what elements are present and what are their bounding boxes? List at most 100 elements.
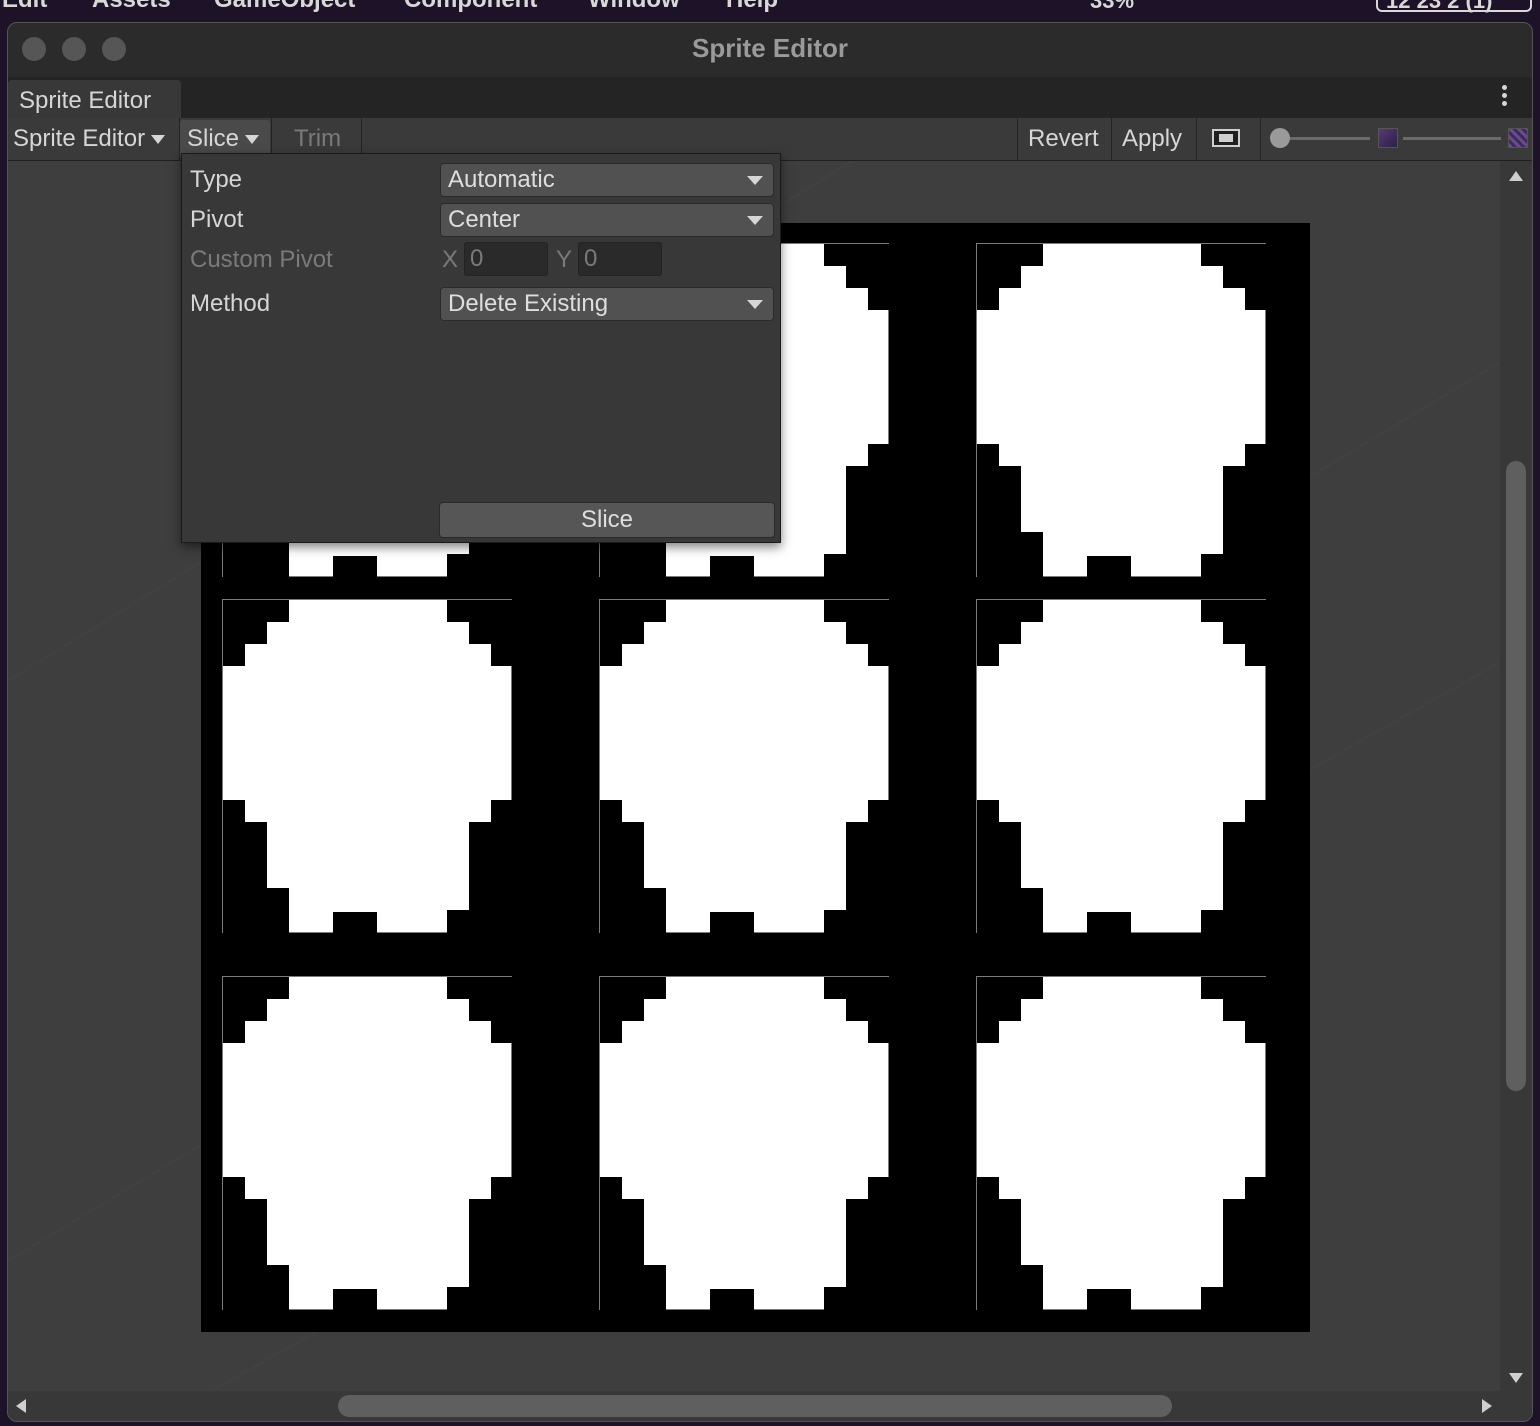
scroll-up-icon[interactable] (1509, 171, 1523, 181)
sprite-cell[interactable] (222, 976, 513, 1311)
sprite-pixel-block (977, 288, 999, 310)
zoom-slider-track (1280, 137, 1370, 140)
sprite-pixel-block (824, 977, 890, 999)
menu-assets[interactable]: Assets (92, 0, 171, 14)
sprite-pixel-block (223, 622, 267, 644)
tab-strip: Sprite Editor (8, 77, 1532, 118)
sprite-pixel-block (223, 977, 289, 999)
menu-window[interactable]: Window (588, 0, 680, 14)
sprite-pixel-block (223, 888, 289, 934)
tray-box (1376, 0, 1532, 12)
sprite-cell[interactable] (976, 599, 1267, 934)
horizontal-scroll-thumb[interactable] (338, 1395, 1172, 1417)
revert-button[interactable]: Revert (1028, 118, 1099, 160)
vertical-scrollbar[interactable] (1500, 161, 1532, 1393)
zoom-slider-handle[interactable] (1270, 128, 1290, 148)
horizontal-scrollbar[interactable] (8, 1391, 1532, 1421)
sprite-pixel-block (977, 1265, 1043, 1311)
sprite-cell[interactable] (976, 976, 1267, 1311)
scroll-right-icon[interactable] (1482, 1399, 1492, 1413)
sprite-pixel-block (447, 554, 513, 578)
sprite-pixel-block (600, 977, 666, 999)
sprite-pixel-block (447, 910, 513, 934)
custom-pivot-x-field[interactable]: 0 (464, 242, 548, 276)
sprite-pixel-block (1201, 554, 1267, 578)
sprite-pixel-block (223, 999, 267, 1021)
sprite-pixel-block (491, 644, 513, 666)
menu-component[interactable]: Component (404, 0, 537, 14)
type-dropdown[interactable]: Automatic (440, 163, 774, 197)
menu-help[interactable]: Help (726, 0, 778, 14)
sprite-cell[interactable] (599, 976, 890, 1311)
chevron-down-icon (151, 135, 166, 145)
sprite-pixel-block (824, 1287, 890, 1311)
slice-label: Slice (187, 125, 240, 152)
sprite-pixel-block (977, 1021, 999, 1043)
sprite-pixel-block (1201, 977, 1267, 999)
custom-pivot-y-field[interactable]: 0 (578, 242, 662, 276)
sprite-pixel-block (600, 1265, 666, 1311)
sprite-pixel-block (846, 999, 890, 1021)
mode-dropdown[interactable]: Sprite Editor (13, 118, 166, 160)
sprite-cell[interactable] (222, 599, 513, 934)
apply-button[interactable]: Apply (1122, 118, 1182, 160)
sprite-pixel-block (1223, 999, 1267, 1021)
chevron-down-icon (747, 300, 763, 309)
sprite-pixel-block (1087, 912, 1131, 934)
sprite-pixel-block (977, 266, 1021, 288)
sprite-pixel-block (1223, 622, 1267, 644)
sprite-pixel-block (977, 644, 999, 666)
custom-pivot-label: Custom Pivot (190, 246, 333, 273)
sprite-pixel-block (469, 999, 513, 1021)
sprite-pixel-block (846, 622, 890, 644)
sprite-pixel-block (447, 977, 513, 999)
sprite-pixel-block (710, 556, 754, 578)
pivot-dropdown[interactable]: Center (440, 203, 774, 237)
sprite-editor-window: Sprite Editor Sprite Editor Sprite Edito… (7, 22, 1533, 1422)
tab-sprite-editor[interactable]: Sprite Editor (8, 80, 181, 118)
sprite-pixel-block (223, 644, 245, 666)
sprite-pixel-block (824, 554, 890, 578)
sprite-pixel-block (491, 1021, 513, 1043)
more-options-icon[interactable] (1502, 85, 1508, 109)
sprite-pixel-block (333, 1289, 377, 1311)
mac-menubar: Edit Assets GameObject Component Window … (0, 0, 1540, 22)
mode-label: Sprite Editor (13, 125, 146, 152)
sprite-pixel-block (1201, 910, 1267, 934)
sprite-pixel-block (447, 1287, 513, 1311)
sprite-pixel-block (1245, 288, 1267, 310)
sprite-pixel-block (1201, 244, 1267, 266)
sprite-pixel-block (333, 556, 377, 578)
sprite-pixel-block (469, 622, 513, 644)
menu-gameobject[interactable]: GameObject (214, 0, 355, 14)
sprite-pixel-block (710, 1289, 754, 1311)
menu-edit[interactable]: Edit (2, 0, 47, 14)
vertical-scroll-thumb[interactable] (1506, 461, 1526, 1091)
sprite-pixel-block (1245, 644, 1267, 666)
title-bar: Sprite Editor (8, 23, 1532, 77)
scroll-left-icon[interactable] (16, 1399, 26, 1413)
sprite-pixel-block (977, 622, 1021, 644)
sprite-pixel-block (710, 912, 754, 934)
sprite-pixel-block (977, 999, 1021, 1021)
mip-slider-track[interactable] (1403, 137, 1501, 140)
sprite-cell[interactable] (976, 243, 1267, 578)
sprite-pixel-block (1087, 1289, 1131, 1311)
slice-button[interactable]: Slice (439, 502, 775, 538)
chevron-down-icon (747, 176, 763, 185)
sprite-pixel-block (868, 288, 890, 310)
sprite-pixel-block (447, 600, 513, 622)
mip-max-icon (1508, 128, 1528, 148)
method-dropdown[interactable]: Delete Existing (440, 287, 774, 321)
method-label: Method (190, 290, 271, 317)
sprite-pixel-block (1223, 266, 1267, 288)
sprite-pixel-block (977, 532, 1043, 578)
custom-pivot-y-label: Y (556, 246, 573, 273)
sprite-pixel-block (600, 1021, 622, 1043)
scroll-down-icon[interactable] (1509, 1373, 1523, 1383)
alpha-toggle-icon[interactable] (1212, 129, 1240, 147)
sprite-pixel-block (1201, 1287, 1267, 1311)
pivot-label: Pivot (190, 206, 244, 233)
sprite-pixel-block (600, 888, 666, 934)
sprite-cell[interactable] (599, 599, 890, 934)
